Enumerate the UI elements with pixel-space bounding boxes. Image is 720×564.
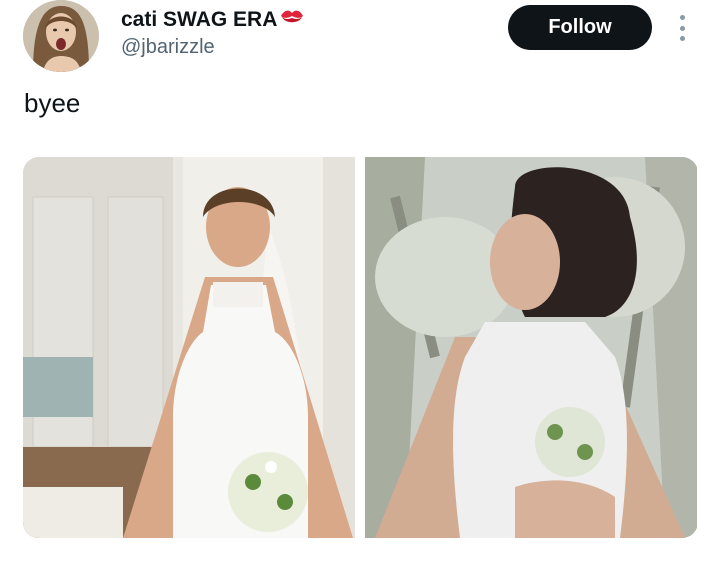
user-handle[interactable]: @jbarizzle bbox=[121, 36, 215, 59]
avatar[interactable] bbox=[23, 0, 99, 72]
kiss-mark-icon bbox=[280, 8, 304, 32]
bride-photo-right bbox=[365, 157, 697, 538]
avatar-image bbox=[23, 0, 99, 72]
bride-photo-left bbox=[23, 157, 355, 538]
photo-2[interactable] bbox=[365, 157, 697, 538]
dot bbox=[679, 25, 685, 31]
display-name[interactable]: cati SWAG ERA bbox=[121, 8, 304, 32]
more-vertical-icon[interactable] bbox=[672, 12, 692, 44]
display-name-text: cati SWAG ERA bbox=[121, 8, 278, 31]
photo-1[interactable] bbox=[23, 157, 355, 538]
media-grid bbox=[23, 157, 698, 538]
dot bbox=[679, 36, 685, 41]
follow-button[interactable]: Follow bbox=[508, 5, 652, 50]
dot bbox=[679, 15, 685, 20]
tweet-text: byee bbox=[24, 88, 81, 118]
